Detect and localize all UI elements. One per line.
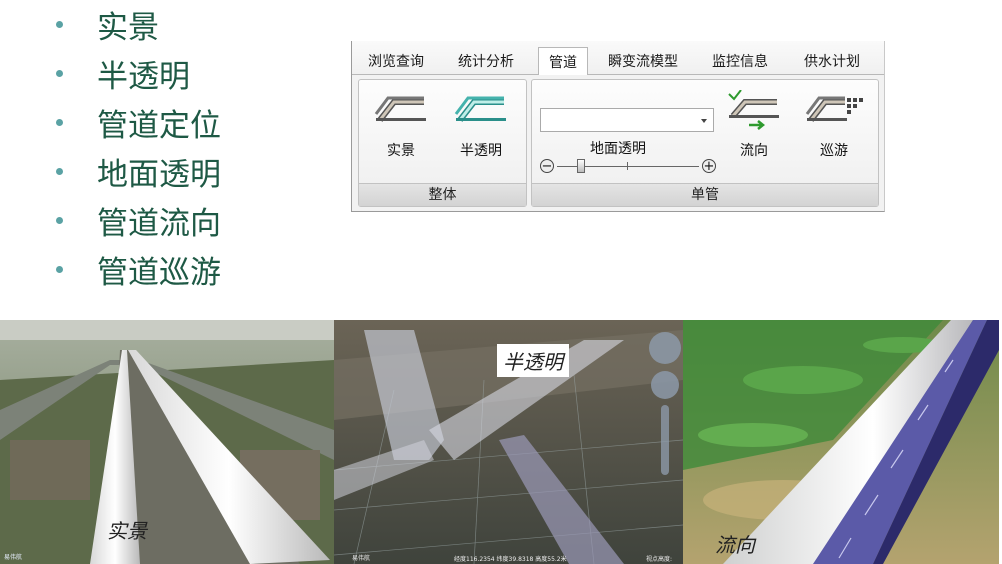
bullet-text: 管道定位 [97, 108, 221, 144]
pipe-semi-transparent-icon [454, 96, 506, 122]
tab-supply-plan[interactable]: 供水计划 [804, 51, 860, 71]
ribbon-tab-bar: 浏览查询 统计分析 管道 瞬变流模型 监控信息 供水计划 [352, 41, 884, 75]
flow-direction-screenshot: 流向 [683, 320, 999, 564]
bullet-text: 管道巡游 [97, 255, 221, 291]
viewpoint-height-status: 视点高度: [646, 556, 673, 563]
flow-direction-caption: 流向 [715, 533, 755, 557]
bullet-dot [56, 70, 63, 77]
bullet-dot [56, 21, 63, 28]
tab-transient-model[interactable]: 瞬变流模型 [608, 51, 678, 71]
chevron-down-icon [701, 119, 707, 123]
coordinate-status: 经度116.2354 纬度39.8318 高度55.2米 [454, 556, 567, 563]
bullet-item: 管道巡游 [56, 245, 221, 294]
bullet-text: 地面透明 [97, 157, 221, 193]
slider-plus-button[interactable]: + [702, 159, 716, 173]
bullet-text: 管道流向 [97, 206, 221, 242]
flow-direction-button[interactable]: 流向 [722, 90, 786, 160]
bullet-text: 实景 [97, 10, 159, 46]
bullet-item: 实景 [56, 0, 221, 49]
tab-monitoring[interactable]: 监控信息 [712, 51, 768, 71]
pipe-select-dropdown[interactable] [540, 108, 714, 132]
group-whole: 实景 半透明 整体 [358, 79, 527, 207]
bullet-item: 半透明 [56, 49, 221, 98]
bullet-dot [56, 168, 63, 175]
bullet-dot [56, 217, 63, 224]
svg-text:易伟航: 易伟航 [4, 553, 22, 561]
flow-direction-label: 流向 [740, 143, 768, 159]
slider-tick [627, 162, 628, 170]
cruise-button[interactable]: 巡游 [802, 90, 866, 160]
bullet-item: 地面透明 [56, 147, 221, 196]
real-view-screenshot: 易伟航 实景 [0, 320, 334, 564]
real-view-label: 实景 [387, 143, 415, 159]
semi-transparent-watermark: 易伟航 [352, 555, 371, 562]
tab-browse-query[interactable]: 浏览查询 [368, 51, 424, 71]
tab-pipeline[interactable]: 管道 [538, 47, 588, 75]
bullet-dot [56, 266, 63, 273]
bullet-item: 管道定位 [56, 98, 221, 147]
flow-direction-scene [683, 320, 999, 564]
bullet-list: 实景 半透明 管道定位 地面透明 管道流向 管道巡游 [56, 0, 221, 294]
bullet-item: 管道流向 [56, 196, 221, 245]
semi-transparent-caption: 半透明 [497, 344, 569, 377]
ground-transparency-slider[interactable]: − + [540, 158, 716, 178]
real-view-caption: 实景 [107, 519, 147, 543]
bullet-dot [56, 119, 63, 126]
cruise-label: 巡游 [820, 143, 848, 159]
semi-transparent-label: 半透明 [460, 143, 502, 159]
slider-thumb[interactable] [577, 159, 586, 173]
ground-transparency-label: 地面透明 [590, 141, 646, 157]
tab-statistics[interactable]: 统计分析 [458, 51, 514, 71]
slider-minus-button[interactable]: − [540, 159, 554, 173]
semi-transparent-button[interactable]: 半透明 [449, 90, 513, 160]
pipe-real-icon [374, 96, 426, 122]
real-view-scene: 易伟航 [0, 320, 334, 564]
semi-transparent-screenshot: 半透明 易伟航 经度116.2354 纬度39.8318 高度55.2米 视点高… [334, 320, 683, 564]
group-single-pipe: 地面透明 − + 流向 巡游 单管 [531, 79, 879, 207]
group-whole-label: 整体 [359, 183, 526, 206]
pipe-cruise-icon [805, 96, 863, 122]
group-single-pipe-label: 单管 [532, 183, 878, 206]
ribbon-toolbar: 浏览查询 统计分析 管道 瞬变流模型 监控信息 供水计划 实景 半透明 整体 地… [351, 41, 885, 212]
real-view-button[interactable]: 实景 [369, 90, 433, 160]
bullet-text: 半透明 [97, 59, 190, 95]
flow-direction-icon [728, 90, 779, 130]
